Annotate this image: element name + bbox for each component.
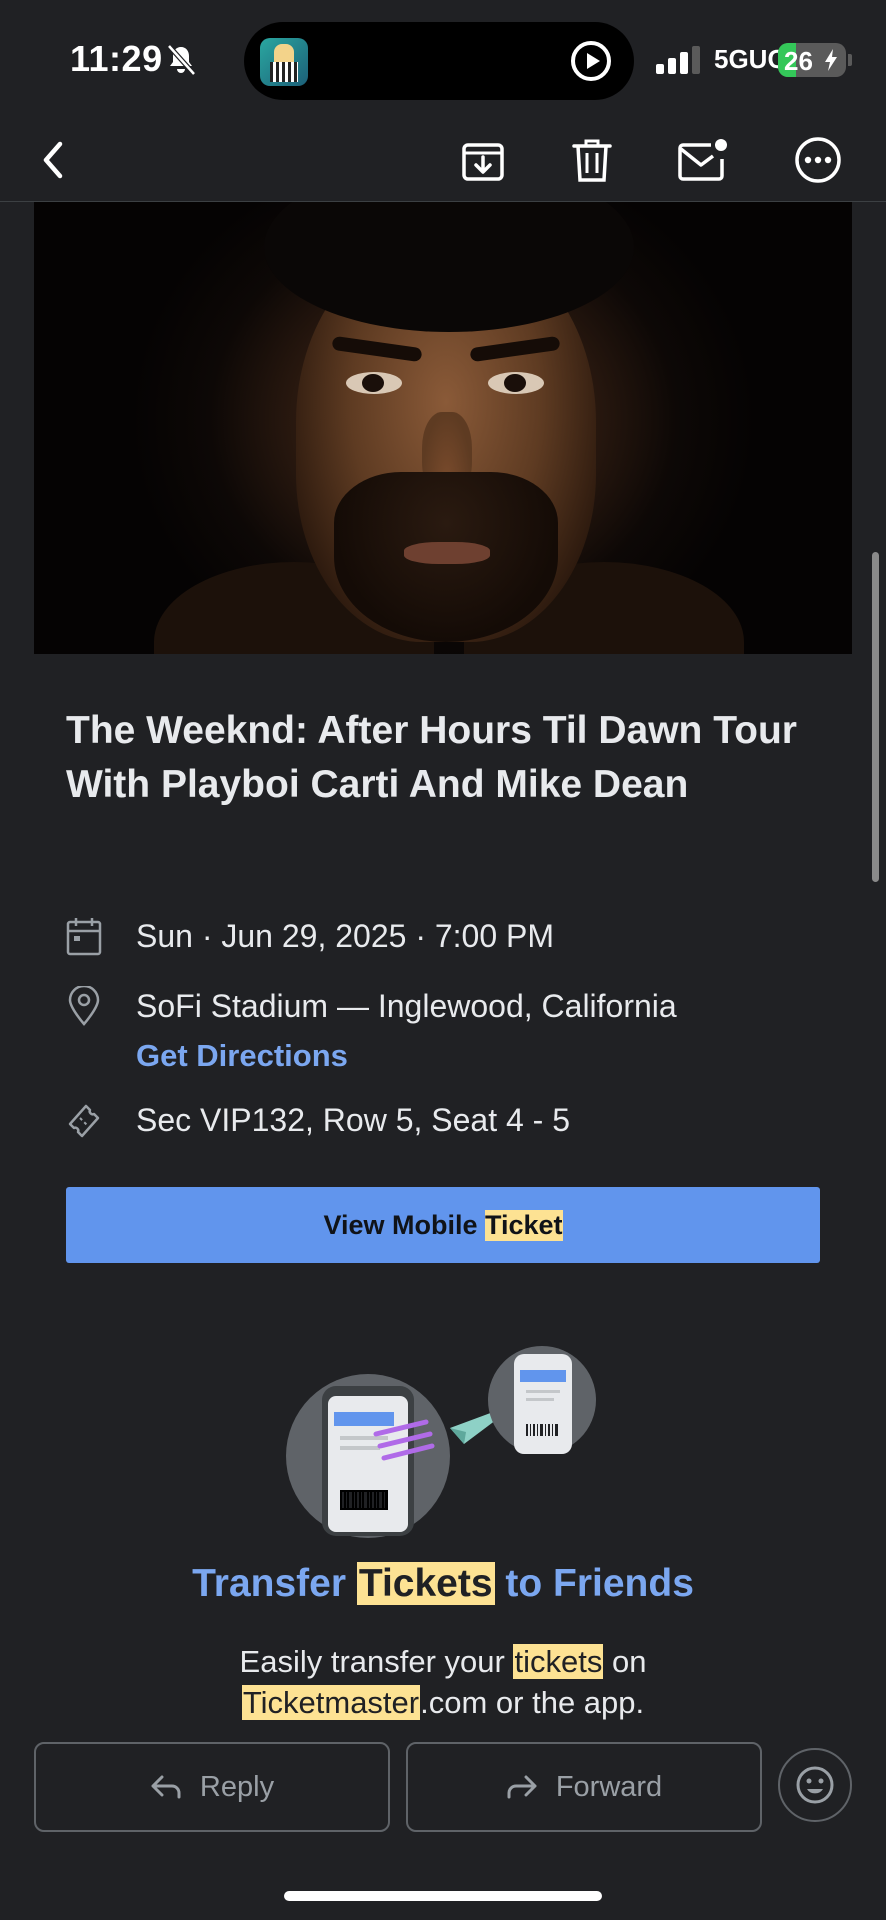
smiley-icon	[796, 1766, 834, 1804]
location-pin-icon	[68, 986, 100, 1026]
mark-unread-icon	[678, 139, 727, 181]
transfer-title-highlight: Tickets	[356, 1562, 495, 1605]
transfer-title-suffix: to Friends	[494, 1562, 694, 1605]
bell-slash-icon	[167, 44, 196, 76]
home-indicator[interactable]	[284, 1891, 602, 1901]
now-playing-app-icon	[260, 38, 308, 86]
battery-percent: 26	[784, 46, 813, 76]
event-seats: Sec VIP132, Row 5, Seat 4 - 5	[136, 1102, 571, 1138]
scrollbar[interactable]	[872, 552, 879, 882]
reply-label: Reply	[199, 1770, 275, 1803]
dynamic-island[interactable]	[244, 22, 634, 100]
event-title: The Weeknd: After Hours Til Dawn Tour Wi…	[66, 709, 797, 806]
email-toolbar	[0, 118, 886, 202]
battery-cap	[848, 54, 852, 66]
calendar-icon	[66, 918, 102, 956]
charging-bolt-icon	[825, 49, 837, 71]
transfer-body-text-3: .com or the app.	[420, 1685, 645, 1720]
transfer-body-highlight-1: tickets	[513, 1644, 604, 1679]
event-venue-row: SoFi Stadium — Inglewood, California	[66, 986, 677, 1026]
event-date: Sun · Jun 29, 2025 · 7:00 PM	[136, 918, 555, 954]
transfer-description: Easily transfer your tickets on Ticketma…	[0, 1641, 886, 1723]
status-bar: 11:29 5GUC 26	[0, 0, 886, 118]
forward-button[interactable]: Forward	[406, 1742, 762, 1832]
ticket-icon	[68, 1104, 100, 1138]
battery-indicator: 26	[778, 43, 846, 77]
get-directions-link[interactable]: Get Directions	[136, 1038, 348, 1074]
mark-unread-button[interactable]	[675, 132, 731, 188]
delete-button[interactable]	[564, 132, 620, 188]
signal-icon	[656, 46, 700, 74]
more-icon	[795, 137, 841, 183]
trash-icon	[572, 139, 612, 182]
event-date-row: Sun · Jun 29, 2025 · 7:00 PM	[66, 916, 554, 956]
transfer-title-prefix: Transfer	[192, 1562, 357, 1605]
transfer-body-text-1: Easily transfer your	[239, 1644, 514, 1679]
network-type: 5GUC	[714, 44, 787, 74]
more-options-button[interactable]	[790, 132, 846, 188]
event-venue: SoFi Stadium — Inglewood, California	[136, 988, 677, 1024]
reply-button[interactable]: Reply	[34, 1742, 390, 1832]
forward-label: Forward	[555, 1770, 663, 1803]
back-button[interactable]	[26, 132, 82, 188]
status-time: 11:29	[70, 38, 163, 79]
cta-label-highlight: Ticket	[485, 1209, 563, 1241]
ticket-transfer-illustration	[286, 1346, 596, 1538]
reply-icon	[151, 1775, 181, 1799]
react-emoji-button[interactable]	[778, 1748, 852, 1822]
forward-icon	[507, 1775, 537, 1799]
archive-button[interactable]	[455, 132, 511, 188]
play-circle-icon[interactable]	[570, 40, 612, 82]
event-seats-row: Sec VIP132, Row 5, Seat 4 - 5	[66, 1100, 570, 1140]
transfer-title: Transfer Tickets to Friends	[0, 1562, 886, 1606]
view-mobile-ticket-button[interactable]: View Mobile Ticket	[66, 1187, 820, 1263]
artist-photo	[34, 202, 852, 654]
transfer-body-highlight-2: Ticketmaster	[241, 1685, 421, 1720]
cta-label: View Mobile	[323, 1209, 485, 1240]
archive-icon	[462, 143, 504, 181]
transfer-body-text-2: on	[603, 1644, 647, 1679]
back-chevron-icon	[43, 141, 63, 179]
